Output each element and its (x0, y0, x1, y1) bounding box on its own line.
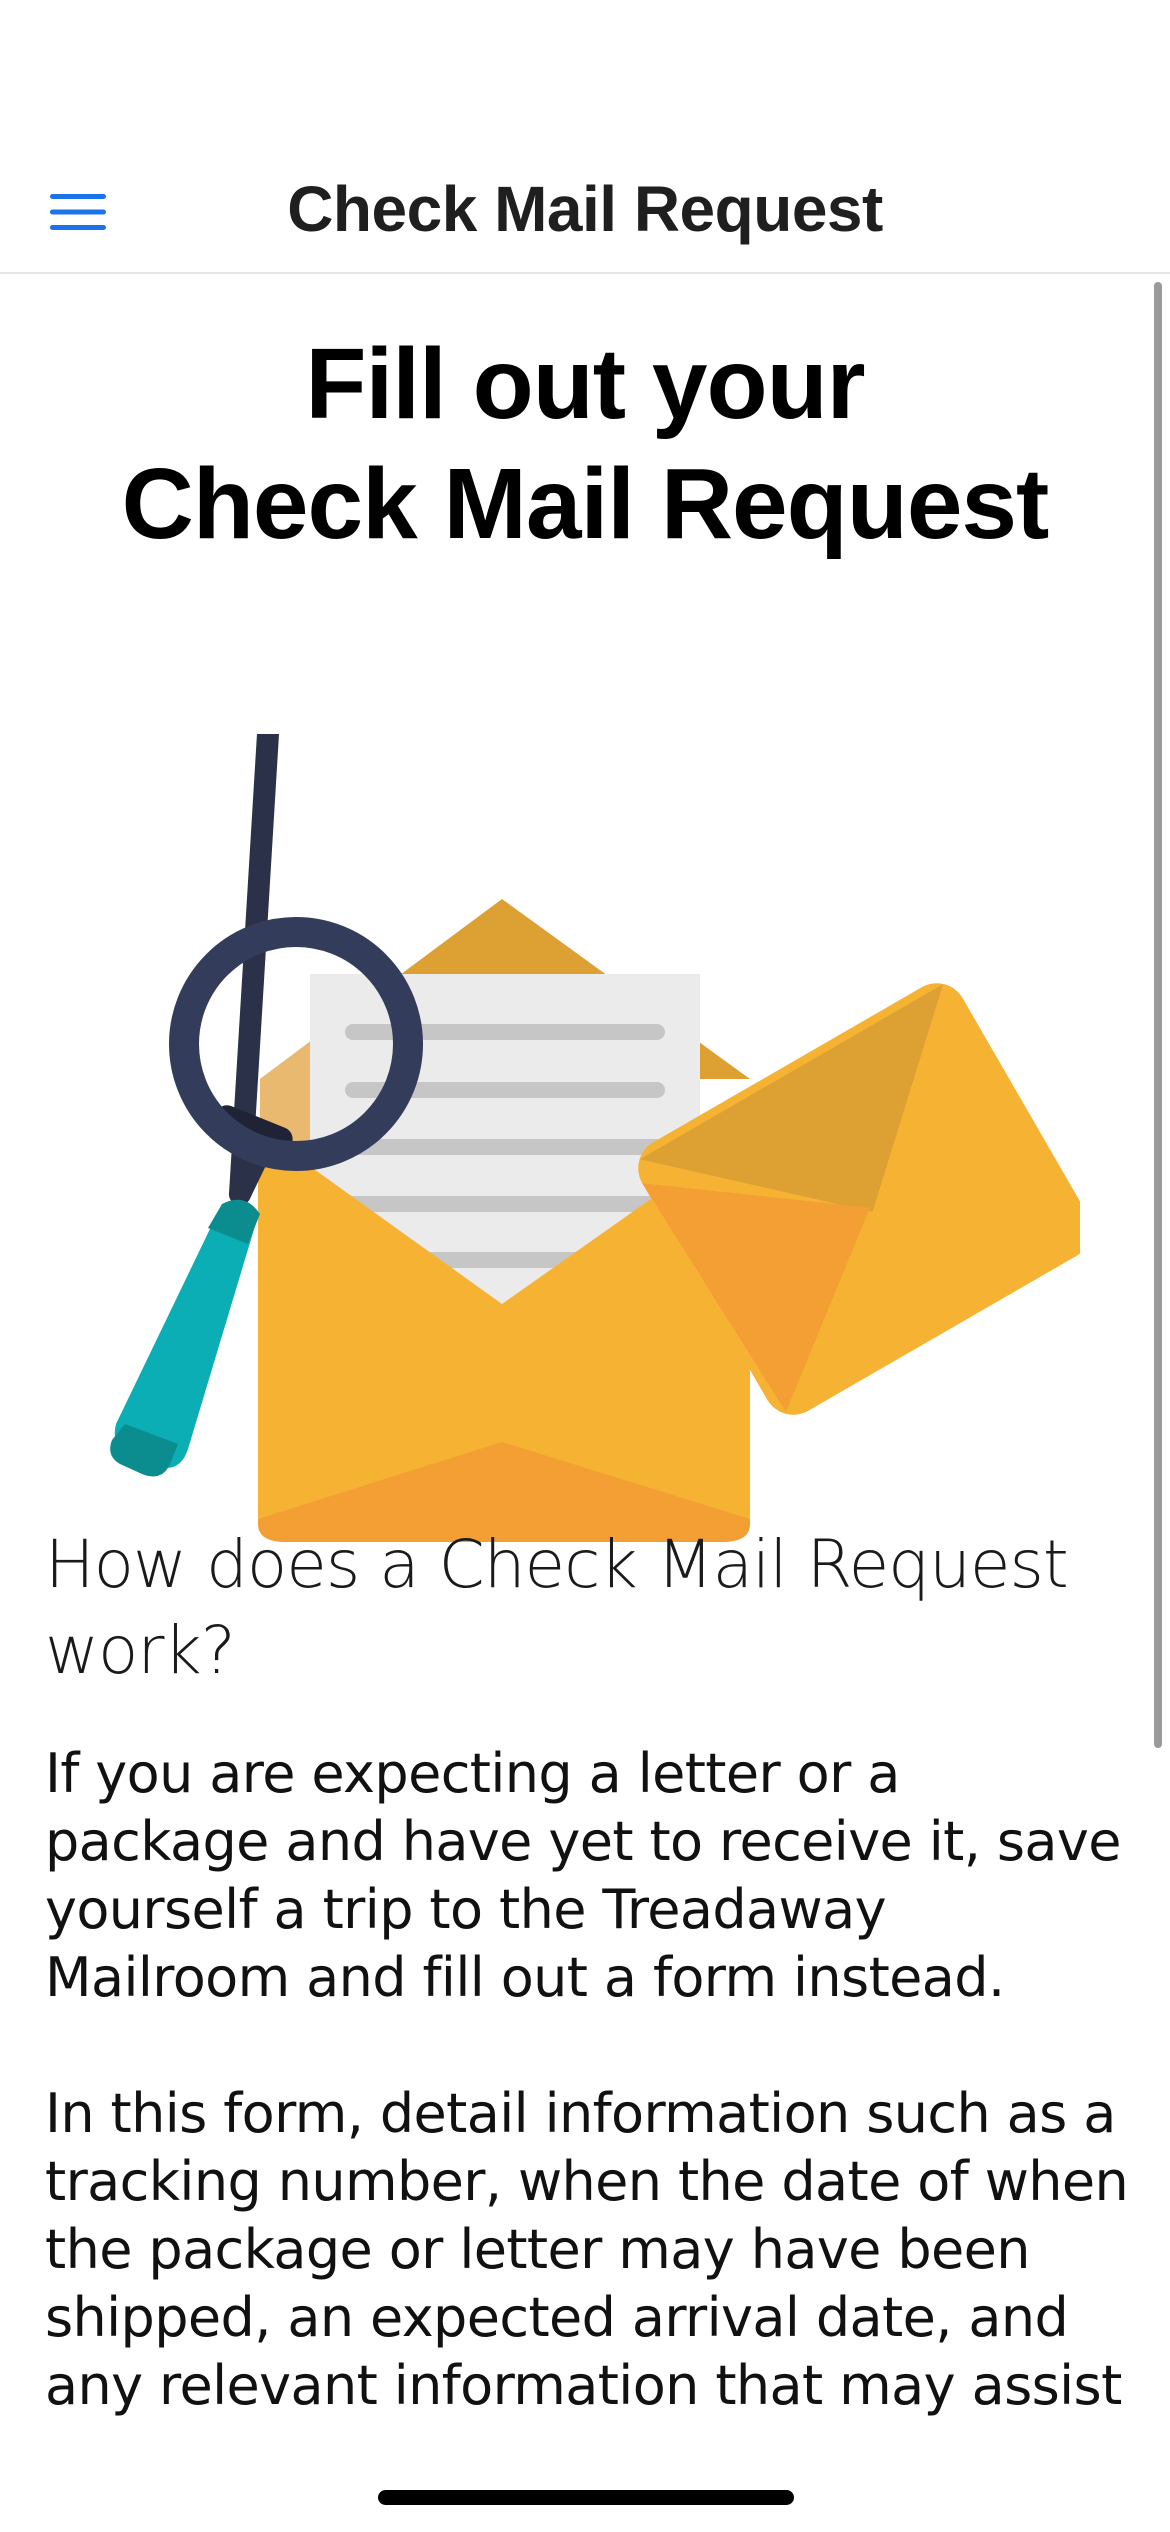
mail-search-illustration (110, 734, 1080, 1542)
page-title-line-2: Check Mail Request (121, 448, 1050, 560)
scroll-content[interactable]: Fill out your Check Mail Request How doe… (0, 274, 1170, 2532)
description-paragraph-1: If you are expecting a letter or a packa… (45, 1742, 1121, 2009)
status-bar-area (0, 0, 1170, 140)
nav-title: Check Mail Request (287, 173, 883, 245)
section-heading: How does a Check Mail Request work? (45, 1526, 1069, 1689)
page-title: Fill out your Check Mail Request (60, 324, 1110, 564)
letter-line (345, 1196, 665, 1212)
magnifier-handle (114, 1201, 258, 1468)
home-indicator[interactable] (378, 2490, 794, 2505)
hamburger-menu-icon (50, 194, 106, 230)
scrollbar[interactable] (1154, 282, 1162, 1748)
letter-line (345, 1139, 665, 1155)
bottom-safe-area (0, 2420, 1170, 2532)
navigation-bar: Check Mail Request (0, 140, 1170, 274)
page-title-line-1: Fill out your (305, 328, 865, 440)
menu-button[interactable] (40, 182, 116, 242)
